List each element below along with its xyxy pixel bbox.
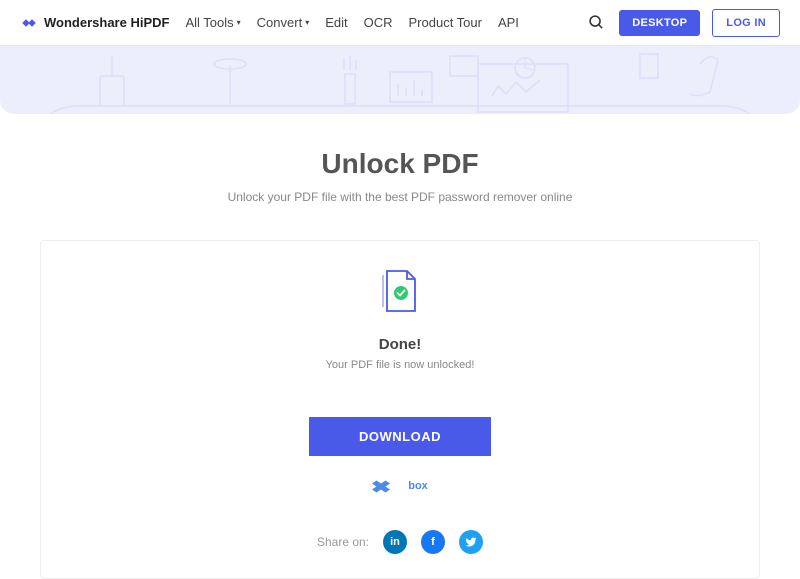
nav-all-tools[interactable]: All Tools ▾: [185, 15, 240, 30]
chevron-down-icon: ▾: [237, 18, 241, 27]
share-twitter[interactable]: [459, 530, 483, 554]
chevron-down-icon: ▾: [305, 18, 309, 27]
status-message: Your PDF file is now unlocked!: [41, 359, 759, 371]
share-linkedin[interactable]: in: [383, 530, 407, 554]
nav-label: All Tools: [185, 15, 233, 30]
box-icon[interactable]: box: [408, 480, 428, 496]
page-subtitle: Unlock your PDF file with the best PDF p…: [0, 190, 800, 204]
nav-convert[interactable]: Convert▾: [257, 15, 310, 30]
document-unlocked-icon: [381, 269, 419, 313]
download-button[interactable]: DOWNLOAD: [309, 417, 491, 456]
dropbox-icon[interactable]: [372, 480, 390, 496]
main: Unlock PDF Unlock your PDF file with the…: [0, 114, 800, 579]
page-title: Unlock PDF: [0, 148, 800, 180]
banner: [0, 46, 800, 114]
share-label: Share on:: [317, 535, 369, 549]
desktop-button[interactable]: DESKTOP: [619, 10, 700, 36]
nav-ocr[interactable]: OCR: [364, 15, 393, 30]
cloud-save-row: box: [41, 480, 759, 496]
header: Wondershare HiPDF All Tools▾ Convert▾ Ed…: [0, 0, 800, 46]
result-card: Done! Your PDF file is now unlocked! DOW…: [40, 240, 760, 579]
banner-illustration: [0, 46, 800, 114]
nav-label: Convert: [257, 15, 303, 30]
nav: All Tools▾ Convert▾ Edit OCR Product Tou…: [185, 15, 578, 30]
brand-logo[interactable]: Wondershare HiPDF: [20, 14, 169, 32]
search-icon[interactable]: [588, 14, 605, 31]
nav-edit[interactable]: Edit: [325, 15, 347, 30]
brand-name: Wondershare HiPDF: [44, 15, 169, 30]
login-button[interactable]: LOG IN: [712, 9, 780, 37]
logo-icon: [20, 14, 38, 32]
nav-api[interactable]: API: [498, 15, 519, 30]
share-row: Share on: in f: [41, 530, 759, 554]
status-title: Done!: [41, 336, 759, 353]
share-facebook[interactable]: f: [421, 530, 445, 554]
nav-product-tour[interactable]: Product Tour: [409, 15, 482, 30]
